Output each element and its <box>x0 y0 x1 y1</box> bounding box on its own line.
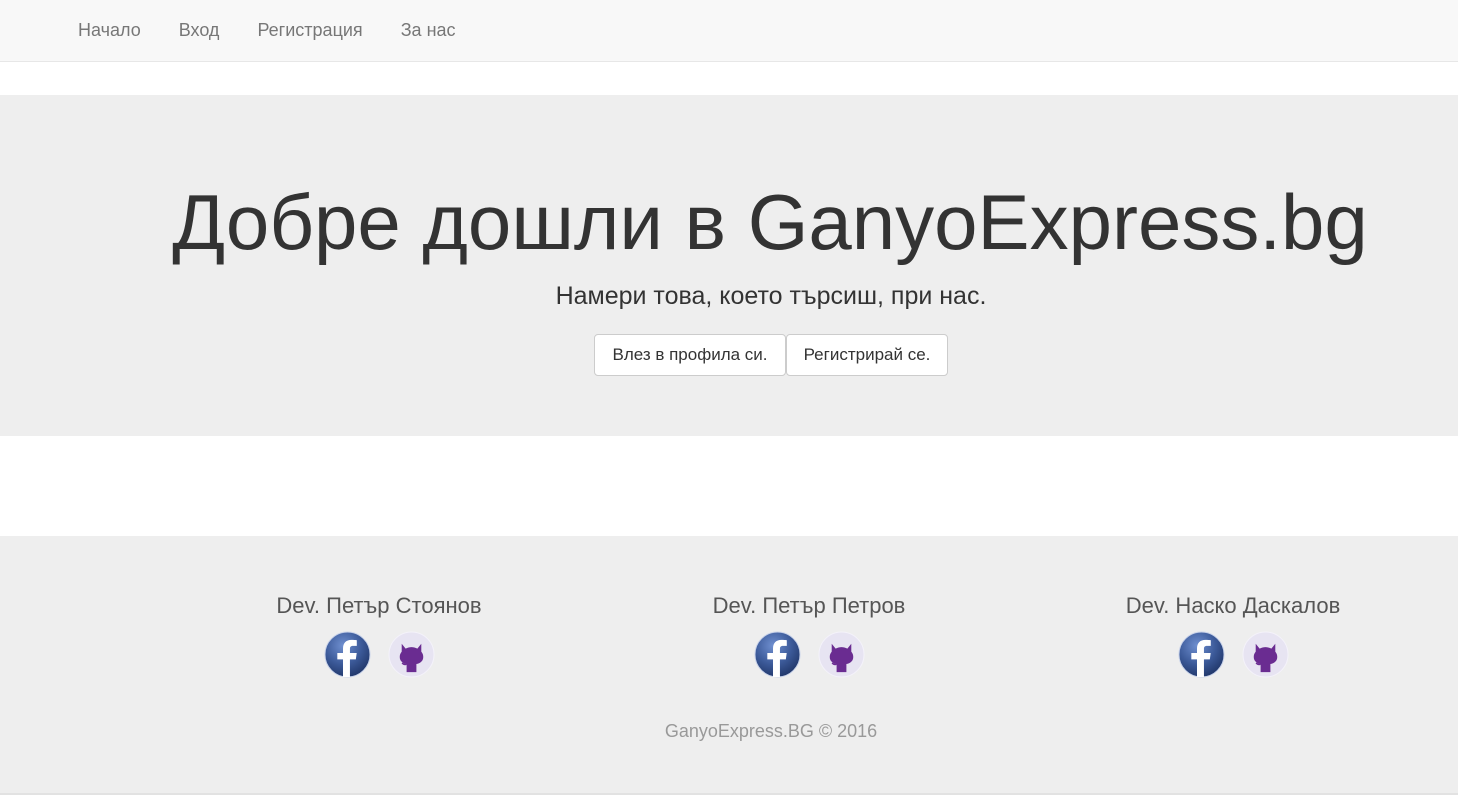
nav-link-about[interactable]: За нас <box>382 1 475 59</box>
developer-social-links <box>254 631 504 678</box>
developer-name: Dev. Петър Стоянов <box>276 593 482 618</box>
nav-link-login[interactable]: Вход <box>160 1 239 59</box>
nav-links: Начало Вход Регистрация За нас <box>59 0 475 60</box>
nav-link-register[interactable]: Регистрация <box>238 1 381 59</box>
register-button[interactable]: Регистрирай се. <box>786 334 948 376</box>
hero-button-group: Влез в профила си. Регистрирай се. <box>594 334 948 376</box>
navbar: Начало Вход Регистрация За нас <box>0 0 1458 62</box>
developer-card: Dev. Петър Петров <box>684 593 934 678</box>
facebook-icon[interactable] <box>753 631 801 678</box>
github-icon[interactable] <box>817 631 865 678</box>
developer-social-links <box>1108 631 1358 678</box>
copyright-text: GanyoExpress.BG © 2016 <box>664 721 878 741</box>
developer-name: Dev. Петър Петров <box>712 593 906 618</box>
github-icon[interactable] <box>1241 631 1289 678</box>
developer-name: Dev. Наско Даскалов <box>1125 593 1341 618</box>
facebook-icon[interactable] <box>1177 631 1225 678</box>
developer-card: Dev. Петър Стоянов <box>254 593 504 678</box>
developer-card: Dev. Наско Даскалов <box>1108 593 1358 678</box>
footer: Dev. Петър Стоянов Dev. Петър Петров Dev… <box>0 536 1458 795</box>
developer-social-links <box>684 631 934 678</box>
hero-subtitle: Намери това, което търсиш, при нас. <box>555 282 987 310</box>
github-icon[interactable] <box>387 631 435 678</box>
nav-link-home[interactable]: Начало <box>59 1 160 59</box>
login-button[interactable]: Влез в профила си. <box>594 334 786 376</box>
hero-jumbotron: Добре дошли в GanyoExpress.bg Намери тов… <box>0 95 1458 436</box>
facebook-icon[interactable] <box>323 631 371 678</box>
hero-title: Добре дошли в GanyoExpress.bg <box>172 178 1368 266</box>
